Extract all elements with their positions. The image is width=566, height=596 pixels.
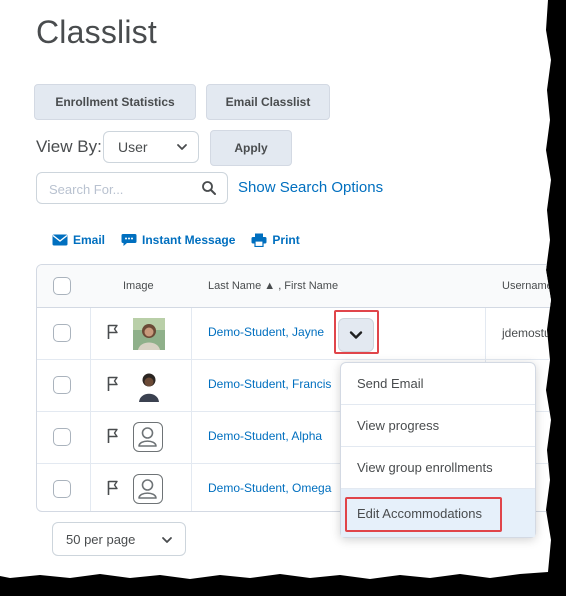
student-name-link[interactable]: Demo-Student, Omega [208, 481, 331, 495]
highlight-box [334, 310, 379, 354]
menu-item-view-group-enrollments[interactable]: View group enrollments [341, 447, 535, 489]
search-input[interactable] [37, 173, 201, 205]
row-checkbox[interactable] [53, 324, 71, 342]
flag-icon[interactable] [107, 480, 119, 496]
email-action[interactable]: Email [52, 233, 105, 247]
page-title: Classlist [36, 14, 157, 50]
menu-item-send-email[interactable]: Send Email [341, 363, 535, 405]
chat-icon [121, 234, 137, 246]
placeholder-user-icon [133, 474, 163, 504]
flag-icon[interactable] [107, 324, 119, 340]
view-by-select[interactable]: User [103, 131, 199, 163]
image-column-header: Image [123, 280, 154, 292]
search-icon[interactable] [201, 180, 217, 196]
enrollment-statistics-button[interactable]: Enrollment Statistics [34, 84, 196, 120]
row-checkbox[interactable] [53, 376, 71, 394]
select-all-checkbox[interactable] [53, 277, 71, 295]
per-page-value: 50 per page [66, 531, 136, 547]
print-action-label: Print [272, 233, 300, 247]
view-by-label: View By: [36, 137, 102, 156]
flag-icon[interactable] [107, 428, 119, 444]
view-by-value: User [118, 139, 148, 155]
classlist-page: Classlist Enrollment Statistics Email Cl… [0, 0, 558, 579]
table-row: Demo-Student, Jayne jdemostud [37, 307, 558, 360]
placeholder-user-icon [133, 422, 163, 452]
printer-icon [251, 233, 267, 247]
classlist-actions: Email Instant Message Print [52, 233, 316, 247]
show-search-options-link[interactable]: Show Search Options [238, 179, 383, 196]
search-box [36, 172, 228, 205]
student-photo [133, 370, 165, 402]
student-name-link[interactable]: Demo-Student, Alpha [208, 429, 322, 443]
username-column-header[interactable]: Username [502, 280, 551, 292]
row-checkbox[interactable] [53, 480, 71, 498]
print-action[interactable]: Print [251, 233, 300, 247]
per-page-select[interactable]: 50 per page [52, 522, 186, 556]
student-name-link[interactable]: Demo-Student, Francis [208, 377, 331, 391]
student-photo [133, 318, 165, 350]
table-header: Image Last Name ▲ , First Name Username [37, 265, 551, 308]
student-username: jdemostud [502, 326, 558, 340]
name-column-header[interactable]: Last Name ▲ , First Name [208, 280, 338, 292]
highlight-box [345, 497, 502, 532]
chevron-down-icon [177, 144, 187, 150]
email-action-label: Email [73, 233, 106, 247]
student-name-link[interactable]: Demo-Student, Jayne [208, 325, 324, 339]
instant-message-action[interactable]: Instant Message [121, 233, 235, 247]
row-checkbox[interactable] [53, 428, 71, 446]
instant-message-label: Instant Message [142, 233, 236, 247]
flag-icon[interactable] [107, 376, 119, 392]
envelope-icon [52, 234, 68, 246]
menu-item-view-progress[interactable]: View progress [341, 405, 535, 447]
apply-button[interactable]: Apply [210, 130, 292, 166]
email-classlist-button[interactable]: Email Classlist [206, 84, 330, 120]
chevron-down-icon [162, 537, 172, 543]
